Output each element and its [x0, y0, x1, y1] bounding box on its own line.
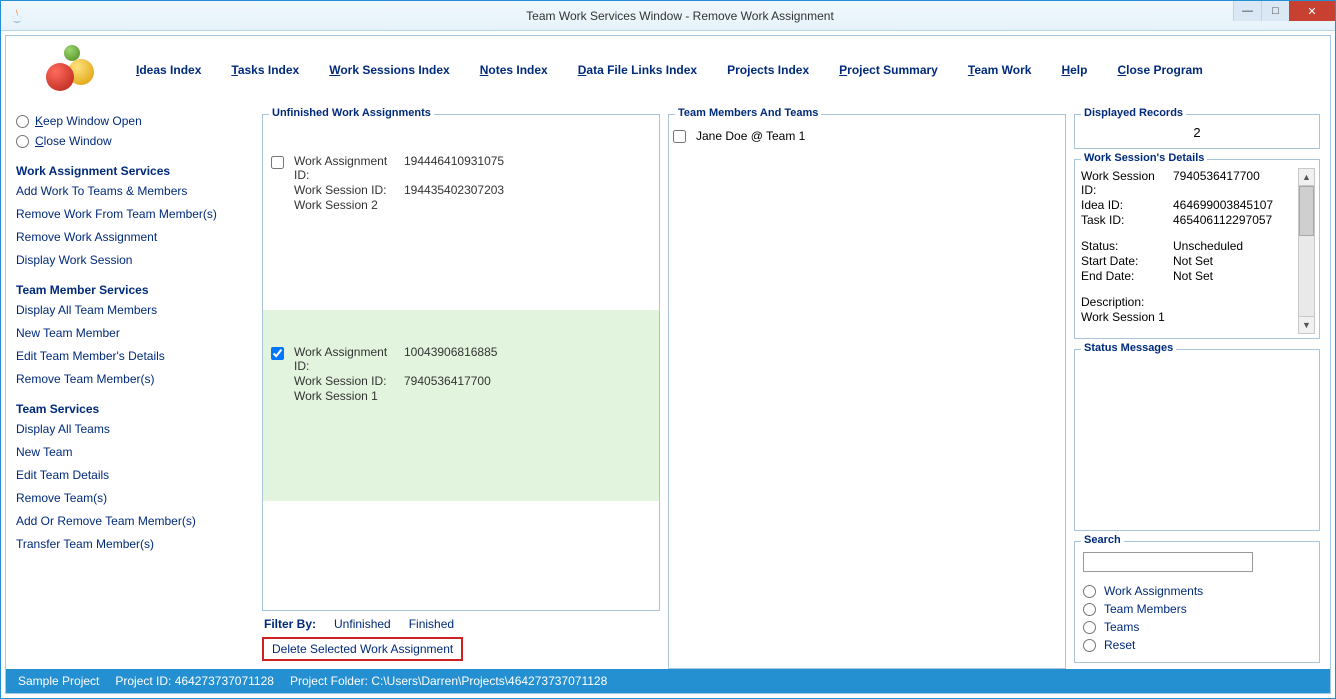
unfinished-work-list: Unfinished Work Assignments Work Assignm… — [262, 114, 660, 611]
work-session-details-box: Work Session's Details Work Session ID:7… — [1074, 159, 1320, 339]
teams-legend: Team Members And Teams — [675, 107, 821, 119]
app-logo — [46, 45, 96, 95]
was-link-1[interactable]: Remove Work From Team Member(s) — [16, 207, 254, 221]
work-item-checkbox[interactable] — [271, 347, 284, 360]
ts-link-3[interactable]: Remove Team(s) — [16, 491, 254, 505]
titlebar: Team Work Services Window - Remove Work … — [1, 1, 1335, 31]
filter-by-label: Filter By: — [264, 617, 316, 631]
menu-item-3[interactable]: Notes Index — [480, 63, 548, 77]
was-link-0[interactable]: Add Work To Teams & Members — [16, 184, 254, 198]
search-box: Search Work AssignmentsTeam MembersTeams… — [1074, 541, 1320, 663]
ts-link-1[interactable]: New Team — [16, 445, 254, 459]
details-legend: Work Session's Details — [1081, 152, 1207, 164]
work-assignments-panel: Unfinished Work Assignments Work Assignm… — [262, 108, 660, 663]
menu-item-1[interactable]: Tasks Index — [231, 63, 299, 77]
menu-item-2[interactable]: Work Sessions Index — [329, 63, 450, 77]
menu-item-0[interactable]: Ideas Index — [136, 63, 201, 77]
menu-item-6[interactable]: Project Summary — [839, 63, 938, 77]
was-link-3[interactable]: Display Work Session — [16, 253, 254, 267]
details-scrollbar[interactable]: ▲ ▼ — [1298, 168, 1315, 334]
tms-link-1[interactable]: New Team Member — [16, 326, 254, 340]
minimize-button[interactable]: — — [1233, 1, 1261, 21]
statusbar: Sample Project Project ID: 4642737370711… — [6, 669, 1330, 693]
tms-link-2[interactable]: Edit Team Member's Details — [16, 349, 254, 363]
filter-unfinished[interactable]: Unfinished — [334, 617, 391, 631]
close-window-radio[interactable]: Close Window — [16, 134, 254, 148]
search-opt-0[interactable]: Work Assignments — [1083, 584, 1311, 598]
team-services-header: Team Services — [16, 402, 254, 416]
ts-link-2[interactable]: Edit Team Details — [16, 468, 254, 482]
tms-link-0[interactable]: Display All Team Members — [16, 303, 254, 317]
teams-panel: Team Members And Teams Jane Doe @ Team 1 — [668, 108, 1066, 663]
right-panel: Displayed Records 2 Work Session's Detai… — [1074, 108, 1320, 663]
search-opt-1[interactable]: Team Members — [1083, 602, 1311, 616]
filter-finished[interactable]: Finished — [409, 617, 454, 631]
search-input[interactable] — [1083, 552, 1253, 572]
status-project-id: Project ID: 464273737071128 — [115, 674, 274, 688]
status-legend: Status Messages — [1081, 342, 1176, 354]
work-item-1[interactable]: Work Assignment ID:10043906816885 Work S… — [263, 310, 659, 501]
menu-item-8[interactable]: Help — [1061, 63, 1087, 77]
work-item-checkbox[interactable] — [271, 156, 284, 169]
keep-window-open-radio[interactable]: Keep Window Open — [16, 114, 254, 128]
displayed-records-legend: Displayed Records — [1081, 107, 1186, 119]
team-members-list: Team Members And Teams Jane Doe @ Team 1 — [668, 114, 1066, 669]
java-icon — [9, 8, 25, 24]
team-item-0[interactable]: Jane Doe @ Team 1 — [669, 119, 1065, 153]
delete-selected-work-button[interactable]: Delete Selected Work Assignment — [262, 637, 463, 661]
work-assignment-services-header: Work Assignment Services — [16, 164, 254, 178]
menu-item-4[interactable]: Data File Links Index — [578, 63, 697, 77]
status-project-folder: Project Folder: C:\Users\Darren\Projects… — [290, 674, 607, 688]
scroll-thumb[interactable] — [1299, 186, 1314, 236]
window-title: Team Work Services Window - Remove Work … — [25, 9, 1335, 23]
filter-row: Filter By: Unfinished Finished — [262, 611, 660, 635]
ts-link-5[interactable]: Transfer Team Member(s) — [16, 537, 254, 551]
scroll-up-button[interactable]: ▲ — [1299, 169, 1314, 186]
displayed-records-count: 2 — [1081, 125, 1313, 140]
topbar: Ideas Index Tasks Index Work Sessions Inde… — [6, 36, 1330, 104]
team-member-services-header: Team Member Services — [16, 283, 254, 297]
tms-link-3[interactable]: Remove Team Member(s) — [16, 372, 254, 386]
menu-item-9[interactable]: Close Program — [1117, 63, 1202, 77]
ts-link-0[interactable]: Display All Teams — [16, 422, 254, 436]
search-opt-3[interactable]: Reset — [1083, 638, 1311, 652]
menu-item-5[interactable]: Projects Index — [727, 63, 809, 77]
team-item-checkbox[interactable] — [673, 130, 686, 143]
menu-item-7[interactable]: Team Work — [968, 63, 1032, 77]
work-item-0[interactable]: Work Assignment ID:194446410931075 Work … — [263, 119, 659, 310]
status-project: Sample Project — [18, 674, 99, 688]
search-opt-2[interactable]: Teams — [1083, 620, 1311, 634]
scroll-down-button[interactable]: ▼ — [1299, 316, 1314, 333]
work-list-legend: Unfinished Work Assignments — [269, 107, 434, 119]
left-panel: Keep Window Open Close Window Work Assig… — [16, 108, 254, 663]
maximize-button[interactable]: □ — [1261, 1, 1289, 21]
status-messages-box: Status Messages — [1074, 349, 1320, 531]
search-legend: Search — [1081, 534, 1124, 546]
ts-link-4[interactable]: Add Or Remove Team Member(s) — [16, 514, 254, 528]
was-link-2[interactable]: Remove Work Assignment — [16, 230, 254, 244]
main-menu: Ideas Index Tasks Index Work Sessions Inde… — [136, 63, 1320, 77]
close-button[interactable]: ✕ — [1289, 1, 1335, 21]
displayed-records-box: Displayed Records 2 — [1074, 114, 1320, 149]
